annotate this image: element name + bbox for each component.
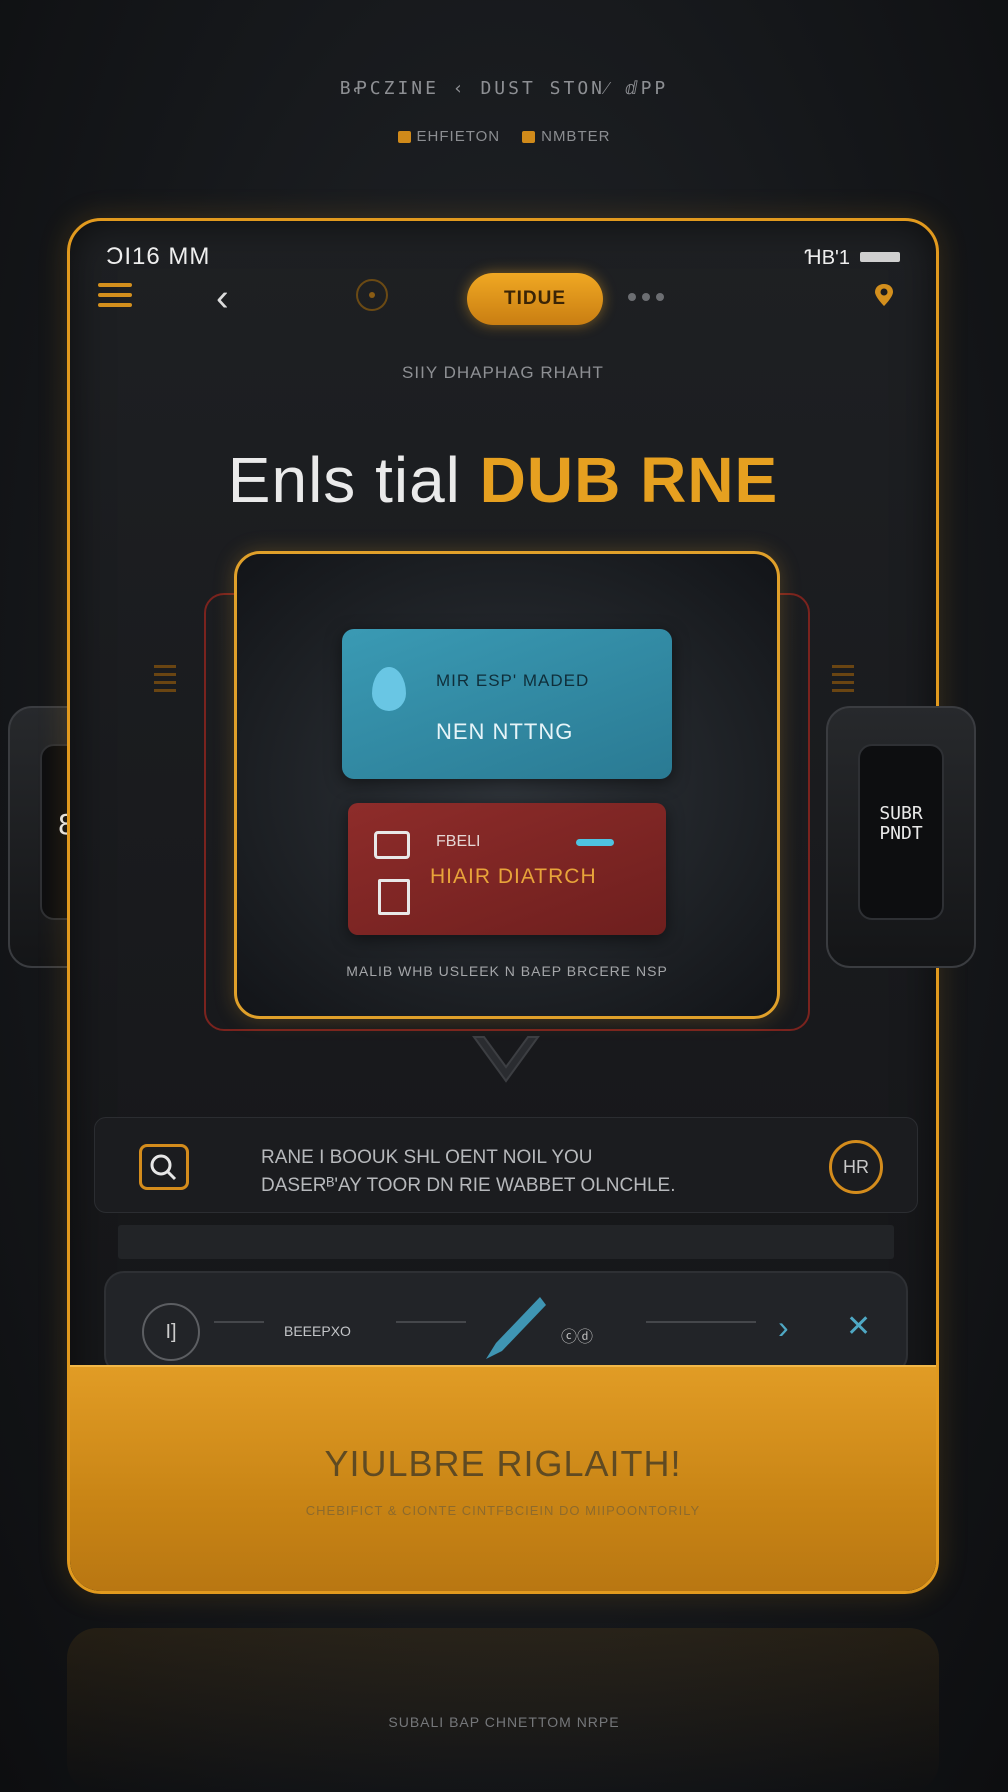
menu-icon[interactable] bbox=[98, 283, 134, 313]
search-bar[interactable]: RANE I BOOUK SHL OENT NOIL YOU DASERᴮ'AY… bbox=[94, 1117, 918, 1213]
tag-2-label: NMBTER bbox=[541, 128, 611, 145]
tag-square-icon bbox=[397, 130, 411, 143]
battery-icon bbox=[860, 252, 900, 262]
back-chevron-icon[interactable]: ‹ bbox=[216, 279, 229, 317]
more-dots-icon[interactable] bbox=[628, 293, 664, 301]
top-tags: EHFIETON NMBTER bbox=[0, 128, 1008, 145]
hero-title-accent: DUB RNE bbox=[479, 444, 779, 516]
red-card[interactable]: FBELI HIAIR DIATRCH bbox=[348, 803, 666, 935]
cta-panel[interactable]: YIULBRE RIGLAITH! CHEBIFICT & CIONTE CIN… bbox=[70, 1365, 936, 1591]
blue-card[interactable]: MIR ESP' MADED NEN NTTNG bbox=[342, 629, 672, 779]
right-clamp-code-line2: PNDT bbox=[879, 823, 923, 844]
nav-row: ‹ TIDUE bbox=[98, 269, 908, 329]
signal-indicator: ꞪB'1 bbox=[805, 246, 850, 269]
red-card-line2: HIAIR DIATRCH bbox=[430, 865, 597, 888]
cta-subtitle: CHEBIFICT & CIONTE CINTFBCIEIN DO MIIPOO… bbox=[305, 1503, 701, 1518]
location-pin-icon[interactable] bbox=[874, 283, 894, 307]
right-clamp-code-line1: SUBR bbox=[879, 803, 923, 824]
search-text-line1: RANE I BOOUK SHL OENT NOIL YOU bbox=[261, 1147, 593, 1168]
tag-2[interactable]: NMBTER bbox=[522, 128, 610, 145]
tag-1[interactable]: EHFIETON bbox=[397, 128, 501, 145]
cta-title: YIULBRE RIGLAITH! bbox=[324, 1443, 682, 1484]
primary-pill-button[interactable]: TIDUE bbox=[467, 273, 603, 325]
frame-caption: MALIB WHB USLEEK N BAEP BRCERE NSP bbox=[346, 963, 668, 979]
hero-title: Enls tial DUB RNE bbox=[70, 443, 936, 517]
reflection bbox=[67, 1628, 939, 1792]
red-card-accent-bar bbox=[576, 839, 614, 846]
tag-1-label: EHFIETON bbox=[416, 128, 501, 145]
red-card-line1: FBELI bbox=[436, 833, 481, 850]
brush-icon[interactable] bbox=[476, 1293, 548, 1363]
right-grille-icon bbox=[832, 665, 854, 697]
bottom-caption: SUBALI BAP CHNETTOM NRPE bbox=[388, 1714, 620, 1730]
link-icon[interactable]: ⓒⓓ bbox=[561, 1323, 593, 1347]
toolbar: I] BEEEPXO ⓒⓓ › ✕ bbox=[104, 1271, 908, 1375]
avatar-button[interactable]: HR bbox=[829, 1140, 883, 1194]
content-frame bbox=[234, 551, 780, 1019]
status-right: ꞪB'1 bbox=[806, 245, 900, 270]
toolbar-label[interactable]: BEEEPXO bbox=[284, 1323, 351, 1339]
hero-subtitle: SIIY DHAPHAG RHAHT bbox=[402, 363, 604, 382]
top-caption: BꝒCZINE ‹ DUST STON⁄ ⅆPP bbox=[339, 78, 669, 99]
droplet-icon bbox=[372, 667, 406, 711]
status-bar: ƆI16 MM ꞪB'1 bbox=[106, 243, 900, 271]
search-text: RANE I BOOUK SHL OENT NOIL YOU DASERᴮ'AY… bbox=[261, 1144, 675, 1200]
divider-strip bbox=[118, 1225, 894, 1259]
left-grille-icon bbox=[154, 665, 176, 697]
toolbar-line bbox=[646, 1321, 756, 1323]
toolbar-line bbox=[214, 1321, 264, 1323]
toolbar-home-button[interactable]: I] bbox=[142, 1303, 200, 1361]
search-text-line2: DASERᴮ'AY TOOR DN RIE WABBET OLNCHLE. bbox=[261, 1175, 676, 1196]
next-arrow-icon[interactable]: › bbox=[778, 1309, 789, 1346]
ring-icon[interactable] bbox=[356, 279, 388, 311]
down-chevron-icon bbox=[472, 1036, 540, 1083]
blue-card-line1: MIR ESP' MADED bbox=[436, 671, 590, 690]
toolbar-line bbox=[396, 1321, 466, 1323]
tag-square-icon bbox=[522, 130, 536, 143]
document-icon bbox=[378, 879, 410, 915]
hero-title-light: Enls tial bbox=[227, 444, 461, 516]
search-icon[interactable] bbox=[139, 1144, 189, 1190]
right-clamp: SUBR PNDT bbox=[826, 706, 976, 968]
close-icon[interactable]: ✕ bbox=[846, 1309, 871, 1344]
right-clamp-code: SUBR PNDT bbox=[828, 804, 974, 844]
blue-card-line2: NEN NTTNG bbox=[436, 719, 574, 744]
phone-frame: ƆI16 MM ꞪB'1 ‹ TIDUE SIIY DHAPHAG RHAHT … bbox=[67, 218, 939, 1594]
status-time: ƆI16 MM bbox=[106, 243, 211, 270]
image-icon bbox=[374, 831, 410, 859]
